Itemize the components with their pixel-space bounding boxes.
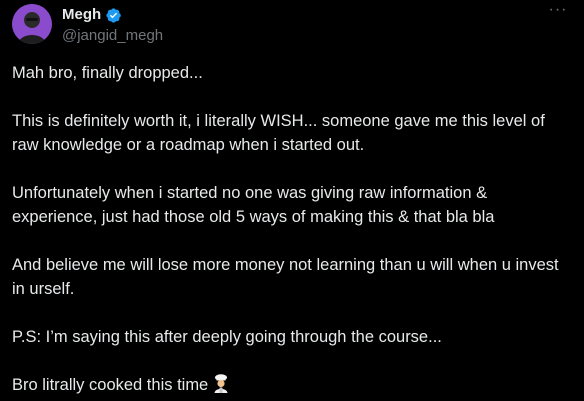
verified-badge-icon xyxy=(106,7,121,23)
name-row: Megh xyxy=(62,5,163,25)
more-dots-icon[interactable]: ··· xyxy=(546,2,570,23)
author-header: Megh @jangid_megh xyxy=(62,5,163,46)
tweet-text: Mah bro, finally dropped... This is defi… xyxy=(12,61,574,397)
tweet-paragraph: And believe me will lose more money not … xyxy=(12,256,559,298)
tweet-paragraph: This is definitely worth it, i literally… xyxy=(12,112,545,154)
avatar[interactable] xyxy=(12,4,52,44)
tweet-paragraph: Mah bro, finally dropped... xyxy=(12,64,203,82)
tweet-paragraph: P.S: I’m saying this after deeply going … xyxy=(12,328,442,346)
tweet-paragraph: Unfortunately when i started no one was … xyxy=(12,184,495,226)
avatar-icon xyxy=(12,4,52,44)
author-name[interactable]: Megh xyxy=(62,5,101,25)
tweet-last-line-text: Bro litrally cooked this time xyxy=(12,376,209,394)
chef-emoji-icon xyxy=(214,374,228,393)
author-handle[interactable]: @jangid_megh xyxy=(62,26,163,46)
tweet-paragraph-last: Bro litrally cooked this time xyxy=(12,373,574,397)
tweet: Megh @jangid_megh ··· Mah bro, finally d… xyxy=(0,0,584,401)
